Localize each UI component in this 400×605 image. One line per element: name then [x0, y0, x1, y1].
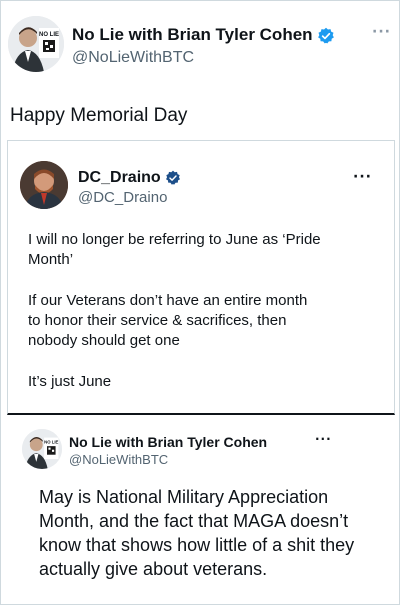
- tweet-text-line: to honor their service & sacrifices, the…: [28, 312, 287, 329]
- display-name-text: No Lie with Brian Tyler Cohen: [72, 25, 313, 44]
- display-name[interactable]: DC_Draino: [78, 169, 181, 187]
- verified-badge-icon: [318, 27, 335, 43]
- display-name[interactable]: No Lie with Brian Tyler Cohen: [69, 434, 267, 450]
- svg-text:NO LIE: NO LIE: [44, 439, 58, 444]
- more-horizontal-icon[interactable]: ···: [353, 169, 372, 185]
- embedded-tweet-image: DC_Draino @DC_Draino ··· I will no longe…: [7, 140, 395, 415]
- username-handle[interactable]: @DC_Draino: [78, 189, 167, 206]
- tweet-text-line: Month’: [28, 251, 74, 268]
- svg-text:NO LIE: NO LIE: [39, 32, 59, 38]
- username-handle[interactable]: @NoLieWithBTC: [69, 452, 168, 467]
- tweet-text-line: It’s just June: [28, 373, 112, 390]
- tweet-text-line: May is National Military Appreciation: [39, 487, 329, 507]
- profile-photo-icon: NO LIE: [22, 429, 62, 469]
- display-name-text: DC_Draino: [78, 169, 161, 186]
- tweet-text-line: know that shows how little of a shit the…: [39, 535, 355, 555]
- verified-badge-icon: [166, 170, 181, 185]
- display-name[interactable]: No Lie with Brian Tyler Cohen: [72, 25, 335, 45]
- avatar[interactable]: NO LIE: [8, 16, 64, 72]
- more-horizontal-icon[interactable]: ···: [315, 432, 332, 446]
- avatar[interactable]: NO LIE: [22, 429, 62, 469]
- tweet-text-line: I will no longer be referring to June as…: [28, 231, 321, 248]
- tweet-text: Happy Memorial Day: [10, 105, 188, 126]
- tweet-text-line: If our Veterans don’t have an entire mon…: [28, 292, 308, 309]
- avatar[interactable]: [20, 161, 68, 209]
- username-handle[interactable]: @NoLieWithBTC: [72, 49, 194, 67]
- more-horizontal-icon[interactable]: ···: [372, 24, 391, 40]
- profile-photo-icon: [20, 161, 68, 209]
- profile-photo-icon: NO LIE: [8, 16, 64, 72]
- tweet-text-line: actually give about veterans.: [39, 559, 268, 579]
- tweet-text-line: Month, and the fact that MAGA doesn’t: [39, 511, 349, 531]
- tweet-text-line: nobody should get one: [28, 332, 180, 349]
